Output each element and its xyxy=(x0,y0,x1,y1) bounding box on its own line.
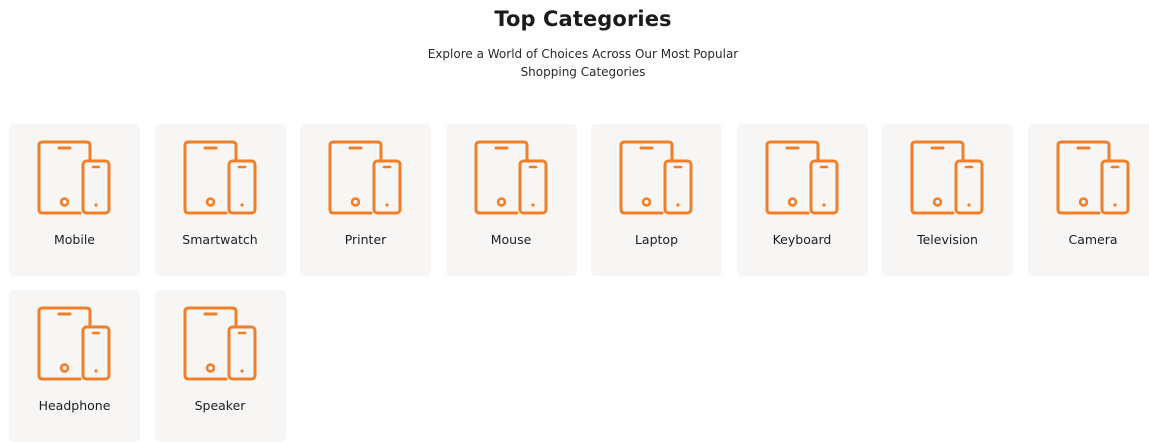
category-grid: Mobile Smartwatch Printer Mouse Laptop Keyboa… xyxy=(9,124,1149,442)
category-label: Keyboard xyxy=(737,232,868,248)
category-card[interactable]: Laptop xyxy=(591,124,722,276)
category-label: Speaker xyxy=(155,398,286,414)
category-label: Printer xyxy=(300,232,431,248)
devices-icon xyxy=(37,140,111,215)
section-title: Top Categories xyxy=(0,0,1149,32)
devices-icon xyxy=(765,140,839,215)
category-label: Camera xyxy=(1028,232,1149,248)
category-card[interactable]: Camera xyxy=(1028,124,1149,276)
devices-icon xyxy=(619,140,693,215)
section-header: Top Categories Explore a World of Choice… xyxy=(0,0,1149,81)
category-label: Mouse xyxy=(446,232,577,248)
devices-icon xyxy=(183,140,257,215)
category-card[interactable]: Printer xyxy=(300,124,431,276)
category-label: Laptop xyxy=(591,232,722,248)
section-subtitle: Explore a World of Choices Across Our Mo… xyxy=(403,45,763,81)
category-label: Headphone xyxy=(9,398,140,414)
category-card[interactable]: Speaker xyxy=(155,290,286,442)
devices-icon xyxy=(910,140,984,215)
devices-icon xyxy=(328,140,402,215)
category-label: Mobile xyxy=(9,232,140,248)
category-label: Television xyxy=(882,232,1013,248)
devices-icon xyxy=(183,306,257,381)
category-card[interactable]: Keyboard xyxy=(737,124,868,276)
category-card[interactable]: Mouse xyxy=(446,124,577,276)
category-label: Smartwatch xyxy=(155,232,286,248)
category-card[interactable]: Television xyxy=(882,124,1013,276)
devices-icon xyxy=(474,140,548,215)
devices-icon xyxy=(1056,140,1130,215)
devices-icon xyxy=(37,306,111,381)
category-card[interactable]: Headphone xyxy=(9,290,140,442)
category-card[interactable]: Mobile xyxy=(9,124,140,276)
category-card[interactable]: Smartwatch xyxy=(155,124,286,276)
